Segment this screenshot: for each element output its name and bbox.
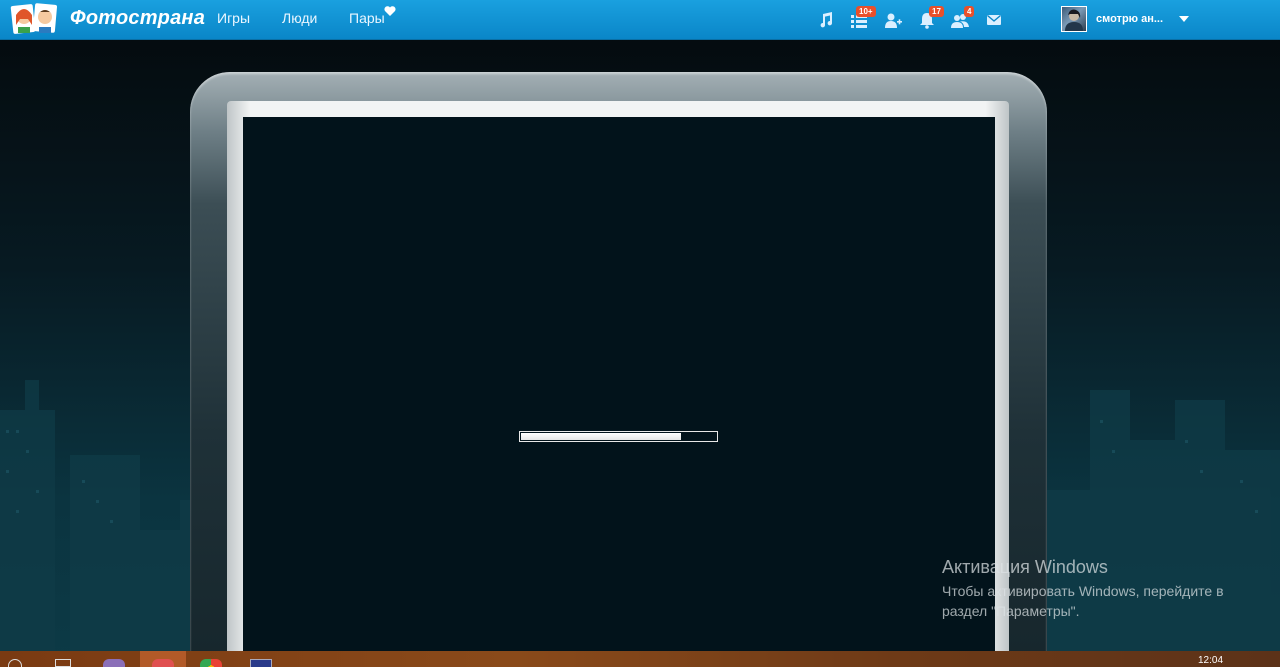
windows-activation-text: Чтобы активировать Windows, перейдите в … <box>942 583 1224 619</box>
opera-app-icon <box>152 659 174 667</box>
guests-badge: 4 <box>964 6 975 17</box>
top-navigation-bar: Фотострана Игры Люди Пары 10+ 17 4 смотр… <box>0 0 1280 40</box>
page: Фотострана Игры Люди Пары 10+ 17 4 смотр… <box>0 0 1280 667</box>
chrome-app-icon[interactable] <box>200 659 222 667</box>
brand-name[interactable]: Фотострана <box>70 7 205 30</box>
windows-taskbar: 12:04 <box>0 651 1280 667</box>
taskbar-clock[interactable]: 12:04 <box>1198 655 1223 666</box>
nav-item-games[interactable]: Игры <box>217 10 250 26</box>
search-icon[interactable] <box>8 659 22 667</box>
chevron-down-icon[interactable] <box>1178 14 1190 24</box>
music-note-icon[interactable] <box>817 11 835 29</box>
envelope-icon[interactable] <box>985 11 1003 29</box>
heart-icon <box>384 6 396 16</box>
loading-progress-bar <box>519 431 718 442</box>
user-name[interactable]: смотрю ан... <box>1096 13 1163 25</box>
loading-progress-fill <box>521 433 681 440</box>
brand-logo-icon[interactable] <box>10 1 60 37</box>
taskbar-active-app[interactable] <box>140 651 186 667</box>
user-avatar[interactable] <box>1061 6 1087 32</box>
photoshop-app-icon[interactable] <box>250 659 272 667</box>
person-add-icon[interactable] <box>884 11 902 29</box>
windows-activation-title: Активация Windows <box>942 557 1108 577</box>
task-view-icon[interactable] <box>55 659 71 667</box>
viber-app-icon[interactable] <box>103 659 125 667</box>
game-screen[interactable] <box>243 117 995 667</box>
nav-item-people[interactable]: Люди <box>282 10 317 26</box>
nav-item-couples[interactable]: Пары <box>349 10 385 26</box>
feed-badge: 10+ <box>856 6 876 17</box>
avatar-image <box>1065 9 1083 31</box>
notifications-badge: 17 <box>929 6 944 17</box>
